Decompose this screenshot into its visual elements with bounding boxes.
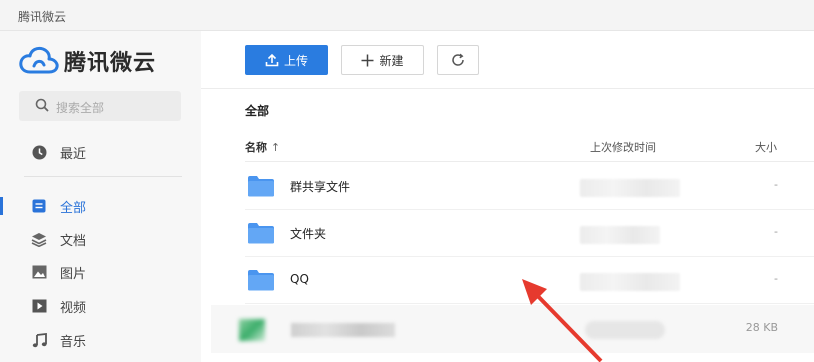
table-row[interactable]: 群共享文件 - bbox=[245, 163, 814, 210]
sidebar-item-label: 文档 bbox=[60, 233, 87, 249]
sidebar-item-label: 视频 bbox=[60, 300, 87, 316]
row-name: 文件夹 bbox=[290, 227, 327, 241]
row-name: 群共享文件 bbox=[290, 180, 351, 194]
music-note-icon bbox=[31, 332, 47, 348]
column-header-size[interactable]: 大小 bbox=[755, 139, 777, 155]
refresh-button[interactable] bbox=[437, 45, 479, 75]
doc-list-icon bbox=[31, 198, 47, 214]
upload-button[interactable]: 上传 bbox=[245, 45, 328, 75]
search-box[interactable]: 搜索全部 bbox=[19, 91, 181, 121]
logo-text: 腾讯微云 bbox=[64, 51, 157, 76]
breadcrumb[interactable]: 全部 bbox=[245, 102, 269, 119]
folder-icon bbox=[248, 223, 274, 244]
sidebar: 腾讯微云 搜索全部 最近 全部 文档 图片 视频 音乐 bbox=[0, 31, 201, 362]
sidebar-item-label: 音乐 bbox=[60, 334, 87, 350]
column-header-name[interactable]: 名称 ↑ bbox=[245, 139, 280, 155]
upload-icon bbox=[265, 53, 279, 67]
upload-button-label: 上传 bbox=[283, 53, 308, 68]
row-size: - bbox=[774, 178, 778, 191]
file-name-blurred bbox=[291, 323, 395, 337]
red-arrow-annotation bbox=[522, 279, 603, 362]
image-icon bbox=[31, 264, 47, 280]
sidebar-item-music[interactable]: 音乐 bbox=[0, 325, 201, 355]
row-size: 28 KB bbox=[745, 321, 778, 334]
modified-time-blurred bbox=[580, 179, 680, 197]
search-icon bbox=[35, 98, 49, 112]
row-name: QQ bbox=[290, 272, 309, 286]
sidebar-item-label: 图片 bbox=[60, 266, 87, 282]
column-header-modified[interactable]: 上次修改时间 bbox=[590, 139, 656, 155]
row-size: - bbox=[774, 272, 778, 285]
sidebar-item-documents[interactable]: 文档 bbox=[0, 224, 201, 254]
play-icon bbox=[31, 298, 47, 314]
sidebar-item-all[interactable]: 全部 bbox=[0, 191, 201, 221]
toolbar: 上传 新建 bbox=[201, 31, 814, 89]
sidebar-item-recent[interactable]: 最近 bbox=[0, 137, 201, 167]
sidebar-item-images[interactable]: 图片 bbox=[0, 257, 201, 287]
folder-icon bbox=[248, 270, 274, 291]
sidebar-item-label: 全部 bbox=[60, 200, 87, 216]
refresh-icon bbox=[452, 53, 464, 66]
app-logo[interactable]: 腾讯微云 bbox=[18, 43, 156, 79]
modified-time-blurred bbox=[580, 226, 660, 244]
layers-icon bbox=[31, 231, 47, 247]
file-thumbnail-blurred bbox=[239, 319, 265, 341]
table-row[interactable]: 28 KB bbox=[211, 305, 814, 353]
cloud-logo-icon bbox=[19, 46, 59, 74]
sort-up-arrow-icon: ↑ bbox=[270, 141, 281, 154]
window-titlebar: 腾讯微云 bbox=[0, 0, 814, 31]
plus-icon bbox=[361, 54, 374, 66]
clock-icon bbox=[31, 144, 47, 160]
search-placeholder: 搜索全部 bbox=[56, 101, 105, 115]
sidebar-item-label: 最近 bbox=[60, 146, 87, 162]
row-size: - bbox=[774, 225, 778, 238]
active-indicator bbox=[0, 197, 3, 215]
folder-icon bbox=[248, 176, 274, 197]
new-button[interactable]: 新建 bbox=[341, 45, 424, 75]
sidebar-item-videos[interactable]: 视频 bbox=[0, 291, 201, 321]
main-panel: 上传 新建 全部 名称 ↑ 上次修改时间 大小 群共享文件 - 文件夹 - QQ… bbox=[201, 31, 814, 362]
sidebar-divider bbox=[24, 176, 182, 177]
table-header: 名称 ↑ 上次修改时间 大小 bbox=[245, 132, 814, 162]
new-button-label: 新建 bbox=[379, 53, 404, 68]
table-row[interactable]: 文件夹 - bbox=[245, 210, 814, 257]
window-title: 腾讯微云 bbox=[18, 10, 67, 24]
